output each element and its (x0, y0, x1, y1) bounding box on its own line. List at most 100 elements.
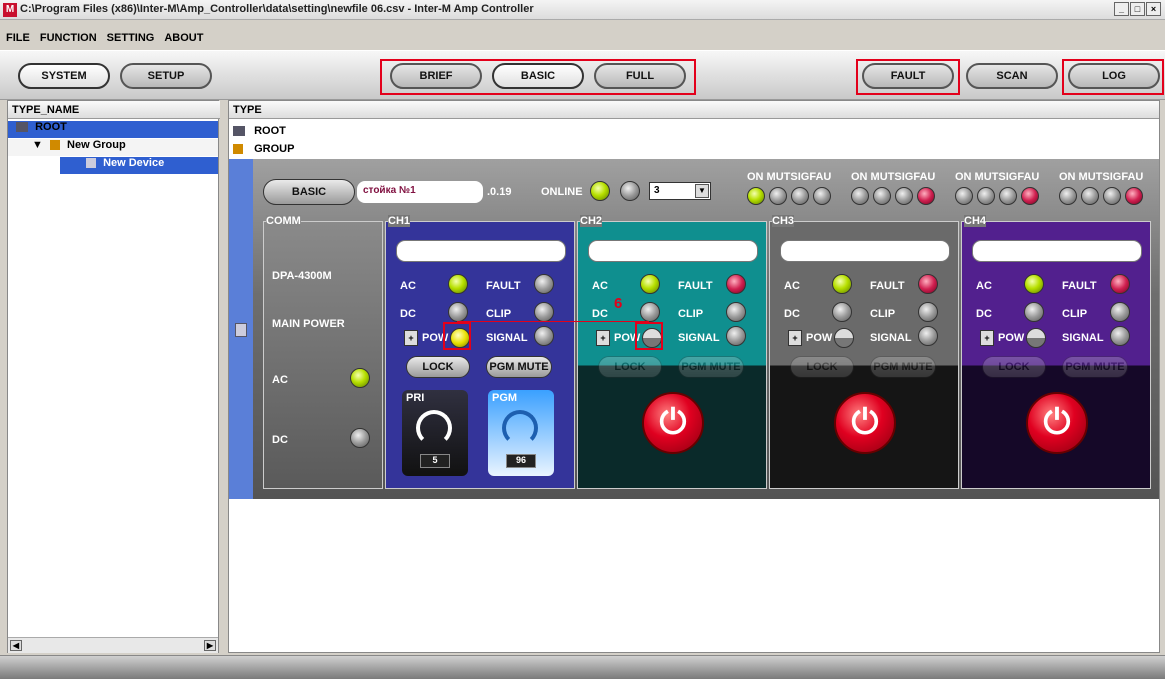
status-mut-led (977, 187, 995, 205)
menu-setting[interactable]: SETTING (107, 32, 155, 46)
status-on-led (747, 187, 765, 205)
signal-label: SIGNAL (1062, 332, 1104, 344)
comm-ac-led (350, 368, 370, 388)
fault-label: FAULT (1062, 280, 1097, 292)
group-icon (49, 140, 60, 151)
clip-led (726, 302, 746, 322)
scroll-left-icon[interactable]: ◀ (10, 640, 22, 651)
lock-button[interactable]: LOCK (982, 356, 1046, 378)
scan-button[interactable]: SCAN (966, 63, 1058, 89)
channel-panel-ch1: CH1 AC FAULT DC CLIP + POW SIGNAL LOCK P… (385, 215, 575, 489)
comm-dc-label: DC (272, 434, 288, 446)
status-fau-led (1021, 187, 1039, 205)
minimize-button[interactable]: _ (1114, 2, 1129, 16)
signal-led (726, 326, 746, 346)
pri-volume-knob[interactable]: PRI 5 (402, 390, 468, 476)
signal-label: SIGNAL (870, 332, 912, 344)
signal-led (534, 326, 554, 346)
menu-function[interactable]: FUNCTION (40, 32, 97, 46)
highlight-box-pow-ch1 (443, 322, 471, 350)
pgm-value: 96 (506, 454, 536, 468)
channel-name-input[interactable] (588, 240, 758, 262)
fault-label: FAULT (486, 280, 521, 292)
pgm-mute-button[interactable]: PGM MUTE (1062, 356, 1128, 378)
signal-led (918, 326, 938, 346)
tree-item-new-group[interactable]: ▼ New Group (8, 139, 218, 156)
system-button[interactable]: SYSTEM (18, 63, 110, 89)
setup-button[interactable]: SETUP (120, 63, 212, 89)
maximize-button[interactable]: □ (1130, 2, 1145, 16)
power-off-icon[interactable]: ⏻ (642, 392, 704, 454)
device-small-icon (235, 323, 247, 337)
ac-led (1024, 274, 1044, 294)
pgm-mute-button[interactable]: PGM MUTE (678, 356, 744, 378)
device-name-field[interactable]: стойка №1 (357, 181, 483, 203)
clip-label: CLIP (486, 308, 512, 320)
pri-value: 5 (420, 454, 450, 468)
dc-label: DC (400, 308, 416, 320)
tree-item-new-device[interactable]: New Device (60, 157, 218, 174)
toolbar: SYSTEM SETUP BRIEF BASIC FULL FAULT SCAN… (0, 50, 1165, 100)
channel-panel-ch2: CH2 AC FAULT DC CLIP + POW SIGNAL LOCK P… (577, 215, 767, 489)
lock-button[interactable]: LOCK (598, 356, 662, 378)
type-row-group[interactable]: GROUP (233, 143, 443, 160)
tree-item-root[interactable]: ROOT (8, 121, 218, 138)
app-icon: M (3, 3, 17, 17)
type-row-root[interactable]: ROOT (233, 125, 443, 142)
status-sig-led (791, 187, 809, 205)
pgm-volume-knob[interactable]: PGM 96 (488, 390, 554, 476)
channel-name-input[interactable] (396, 240, 566, 262)
dc-led (640, 302, 660, 322)
knob-dial-icon (416, 410, 452, 446)
power-off-icon[interactable]: ⏻ (1026, 392, 1088, 454)
tree-item-label: New Group (67, 139, 126, 151)
channel-name-input[interactable] (780, 240, 950, 262)
horizontal-scrollbar[interactable]: ◀ ▶ (8, 637, 218, 653)
window-title: C:\Program Files (x86)\Inter-M\Amp_Contr… (20, 3, 534, 15)
pow-plus-button[interactable]: + (596, 330, 610, 346)
device-basic-button[interactable]: BASIC (263, 179, 355, 205)
pow-led[interactable] (834, 328, 854, 348)
title-bar: M C:\Program Files (x86)\Inter-M\Amp_Con… (0, 0, 1165, 20)
knob-dial-icon (502, 410, 538, 446)
highlight-box-log (1062, 59, 1164, 95)
channel-title: CH3 (772, 215, 795, 227)
channel-name-input[interactable] (972, 240, 1142, 262)
lock-button[interactable]: LOCK (790, 356, 854, 378)
channel-select[interactable]: 3 ▼ (649, 182, 711, 200)
status-mut-led (873, 187, 891, 205)
pow-led[interactable] (1026, 328, 1046, 348)
pow-plus-button[interactable]: + (788, 330, 802, 346)
dc-label: DC (784, 308, 800, 320)
comm-model: DPA-4300M (272, 270, 332, 282)
close-button[interactable]: × (1146, 2, 1161, 16)
ac-led (832, 274, 852, 294)
pow-plus-button[interactable]: + (404, 330, 418, 346)
comm-dc-led (350, 428, 370, 448)
ac-led (640, 274, 660, 294)
online-label: ONLINE (541, 186, 583, 198)
pow-plus-button[interactable]: + (980, 330, 994, 346)
expand-arrow-icon[interactable]: ▼ (32, 139, 43, 151)
tree-panel: TYPE_NAME ROOT ▼ New Group New Device ◀ … (7, 100, 220, 653)
menu-file[interactable]: FILE (6, 32, 30, 46)
power-off-icon[interactable]: ⏻ (834, 392, 896, 454)
status-on-led (1059, 187, 1077, 205)
scroll-right-icon[interactable]: ▶ (204, 640, 216, 651)
highlight-box-fault (856, 59, 960, 95)
tree-item-label: New Device (103, 157, 165, 169)
pgm-mute-button[interactable]: PGM MUTE (870, 356, 936, 378)
status-mut-led (1081, 187, 1099, 205)
lock-button[interactable]: LOCK (406, 356, 470, 378)
clip-label: CLIP (870, 308, 896, 320)
channel-title: CH4 (964, 215, 987, 227)
channel-panel-ch3: CH3 AC FAULT DC CLIP + POW SIGNAL LOCK P… (769, 215, 959, 489)
pgm-mute-button[interactable]: PGM MUTE (486, 356, 552, 378)
status-header-ch3: ON MUTSIGFAU (955, 171, 1040, 183)
online-led (590, 181, 610, 201)
annotation-6: 6 (614, 295, 623, 312)
ac-led (448, 274, 468, 294)
status-on-led (851, 187, 869, 205)
menu-about[interactable]: ABOUT (164, 32, 203, 46)
dropdown-arrow-icon[interactable]: ▼ (695, 184, 709, 198)
